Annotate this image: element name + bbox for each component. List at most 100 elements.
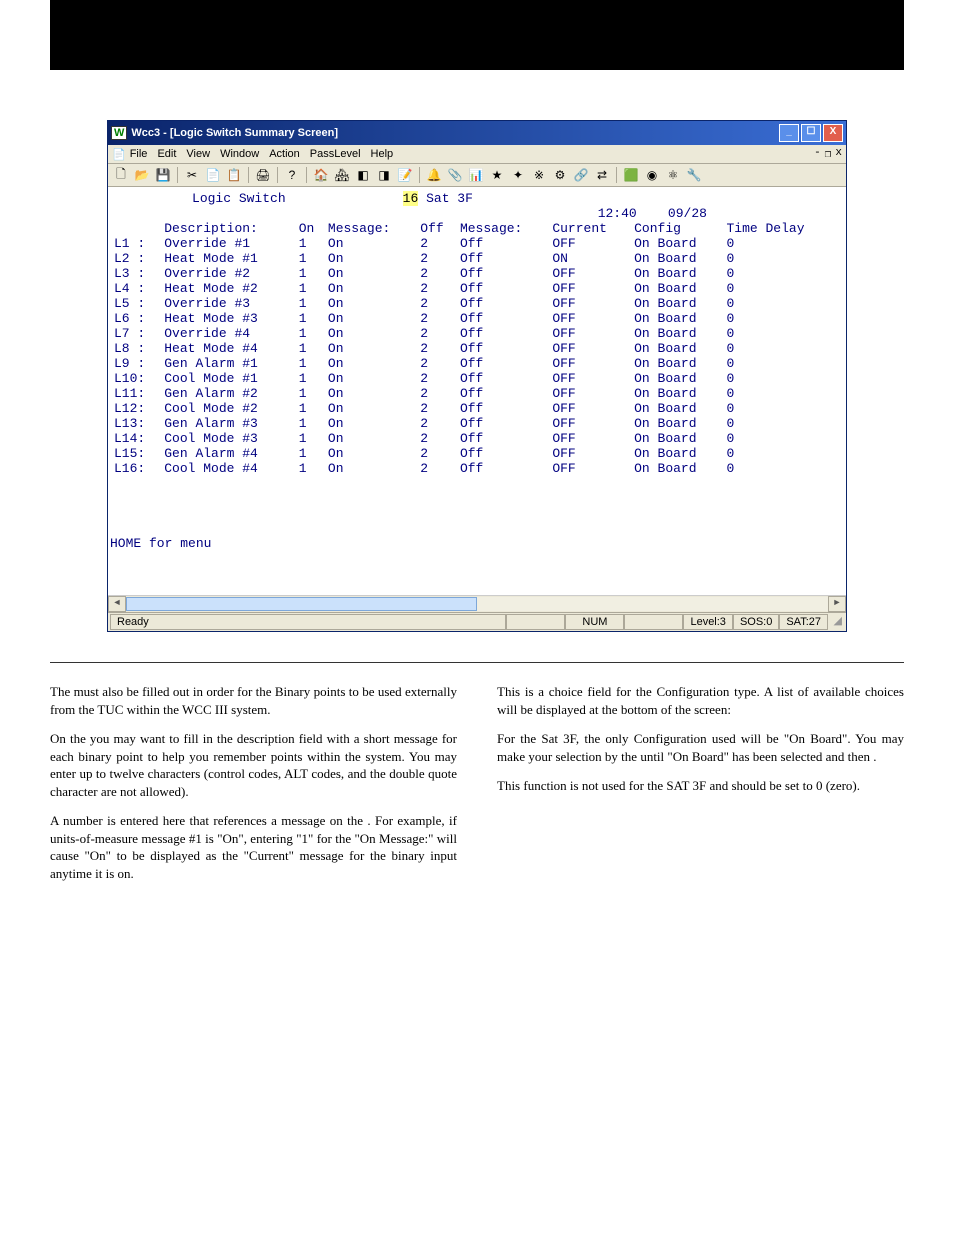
toolbar-icon[interactable]: 📊 [467, 166, 485, 184]
row-on: 1 [299, 401, 328, 416]
toolbar-icon[interactable]: 🔔 [425, 166, 443, 184]
row-time-delay: 0 [726, 281, 840, 296]
toolbar-separator [419, 167, 420, 183]
sat-number-field[interactable]: 16 [403, 191, 419, 206]
table-row[interactable]: L1 :Override #11On2OffOFFOn Board0 [114, 236, 840, 251]
toolbar-icon[interactable]: 💾 [154, 166, 172, 184]
table-row[interactable]: L11:Gen Alarm #21On2OffOFFOn Board0 [114, 386, 840, 401]
row-desc: Cool Mode #4 [164, 461, 299, 476]
row-id: L7 : [114, 326, 164, 341]
toolbar-icon[interactable]: 🔧 [685, 166, 703, 184]
table-row[interactable]: L15:Gen Alarm #41On2OffOFFOn Board0 [114, 446, 840, 461]
menu-edit[interactable]: Edit [157, 148, 176, 160]
row-id: L11: [114, 386, 164, 401]
mdi-minimize-button[interactable]: - [814, 147, 821, 161]
toolbar-icon[interactable]: ◉ [643, 166, 661, 184]
toolbar-icon[interactable]: 🏘 [333, 166, 351, 184]
table-row[interactable]: L5 :Override #31On2OffOFFOn Board0 [114, 296, 840, 311]
table-row[interactable]: L12:Cool Mode #21On2OffOFFOn Board0 [114, 401, 840, 416]
toolbar-icon[interactable]: 📋 [225, 166, 243, 184]
toolbar-icon[interactable]: ⚙ [551, 166, 569, 184]
table-row[interactable]: L6 :Heat Mode #31On2OffOFFOn Board0 [114, 311, 840, 326]
close-button[interactable]: X [823, 124, 843, 142]
scroll-track[interactable] [126, 597, 828, 611]
row-on-msg: On [328, 386, 420, 401]
row-on-msg: On [328, 296, 420, 311]
table-row[interactable]: L14:Cool Mode #31On2OffOFFOn Board0 [114, 431, 840, 446]
status-blank2 [624, 614, 683, 630]
row-on-msg: On [328, 371, 420, 386]
row-off-msg: Off [460, 446, 552, 461]
mdi-close-button[interactable]: x [835, 147, 842, 161]
toolbar-icon[interactable]: 📂 [133, 166, 151, 184]
menu-window[interactable]: Window [220, 148, 259, 160]
menu-passlevel[interactable]: PassLevel [310, 148, 361, 160]
table-row[interactable]: L7 :Override #41On2OffOFFOn Board0 [114, 326, 840, 341]
toolbar-icon[interactable]: 📄 [204, 166, 222, 184]
toolbar-icon[interactable]: ✦ [509, 166, 527, 184]
row-config: On Board [634, 461, 726, 476]
toolbar-icon[interactable]: ? [283, 166, 301, 184]
table-row[interactable]: L3 :Override #21On2OffOFFOn Board0 [114, 266, 840, 281]
scroll-right-arrow-icon[interactable]: ► [828, 596, 846, 612]
toolbar-icon[interactable]: ◧ [354, 166, 372, 184]
table-row[interactable]: L9 :Gen Alarm #11On2OffOFFOn Board0 [114, 356, 840, 371]
maximize-button[interactable]: ☐ [801, 124, 821, 142]
toolbar-icon[interactable]: ★ [488, 166, 506, 184]
toolbar-icon[interactable]: 🔗 [572, 166, 590, 184]
toolbar-icon[interactable]: 📝 [396, 166, 414, 184]
row-off-msg: Off [460, 311, 552, 326]
row-time-delay: 0 [726, 356, 840, 371]
toolbar-icon[interactable]: 🖨 [254, 166, 272, 184]
toolbar-icon[interactable]: 🗋 [112, 166, 130, 184]
table-row[interactable]: L8 :Heat Mode #41On2OffOFFOn Board0 [114, 341, 840, 356]
row-id: L16: [114, 461, 164, 476]
menu-action[interactable]: Action [269, 148, 300, 160]
toolbar-icon[interactable]: ⇄ [593, 166, 611, 184]
horizontal-scrollbar[interactable]: ◄ ► [108, 595, 846, 612]
toolbar-icon[interactable]: 🏠 [312, 166, 330, 184]
row-on-msg: On [328, 446, 420, 461]
menu-view[interactable]: View [186, 148, 210, 160]
toolbar-icon[interactable]: 📎 [446, 166, 464, 184]
row-off-msg: Off [460, 281, 552, 296]
col-off: Off [420, 221, 460, 236]
toolbar-icon[interactable]: ◨ [375, 166, 393, 184]
row-desc: Heat Mode #4 [164, 341, 299, 356]
row-current: OFF [552, 356, 634, 371]
mdi-doc-icon[interactable]: 📄 [112, 148, 126, 161]
minimize-button[interactable]: _ [779, 124, 799, 142]
app-window: W Wcc3 - [Logic Switch Summary Screen] _… [107, 120, 847, 632]
menu-help[interactable]: Help [371, 148, 394, 160]
row-on-msg: On [328, 251, 420, 266]
toolbar-icon[interactable]: ※ [530, 166, 548, 184]
table-row[interactable]: L16:Cool Mode #41On2OffOFFOn Board0 [114, 461, 840, 476]
toolbar-icon[interactable]: ✂ [183, 166, 201, 184]
para-left-1: The must also be filled out in order for… [50, 683, 457, 718]
menu-file[interactable]: File [130, 148, 148, 160]
scroll-thumb[interactable] [126, 597, 477, 611]
row-off-msg: Off [460, 356, 552, 371]
table-row[interactable]: L2 :Heat Mode #11On2OffONOn Board0 [114, 251, 840, 266]
row-off: 2 [420, 461, 460, 476]
row-id: L2 : [114, 251, 164, 266]
content-area: Logic Switch 16 Sat 3F 12:40 09/28 Descr… [108, 187, 846, 595]
row-off: 2 [420, 356, 460, 371]
toolbar-icon[interactable]: ⚛ [664, 166, 682, 184]
time-value: 12:40 [598, 206, 637, 221]
row-off: 2 [420, 236, 460, 251]
scroll-left-arrow-icon[interactable]: ◄ [108, 596, 126, 612]
table-row[interactable]: L4 :Heat Mode #21On2OffOFFOn Board0 [114, 281, 840, 296]
row-desc: Override #3 [164, 296, 299, 311]
table-row[interactable]: L10:Cool Mode #11On2OffOFFOn Board0 [114, 371, 840, 386]
row-current: OFF [552, 461, 634, 476]
titlebar[interactable]: W Wcc3 - [Logic Switch Summary Screen] _… [108, 121, 846, 145]
toolbar-icon[interactable]: 🟩 [622, 166, 640, 184]
mdi-restore-button[interactable]: ❐ [825, 147, 832, 161]
row-id: L5 : [114, 296, 164, 311]
resize-grip-icon[interactable]: ◢ [828, 614, 844, 630]
row-config: On Board [634, 416, 726, 431]
row-desc: Cool Mode #2 [164, 401, 299, 416]
table-row[interactable]: L13:Gen Alarm #31On2OffOFFOn Board0 [114, 416, 840, 431]
row-off: 2 [420, 446, 460, 461]
